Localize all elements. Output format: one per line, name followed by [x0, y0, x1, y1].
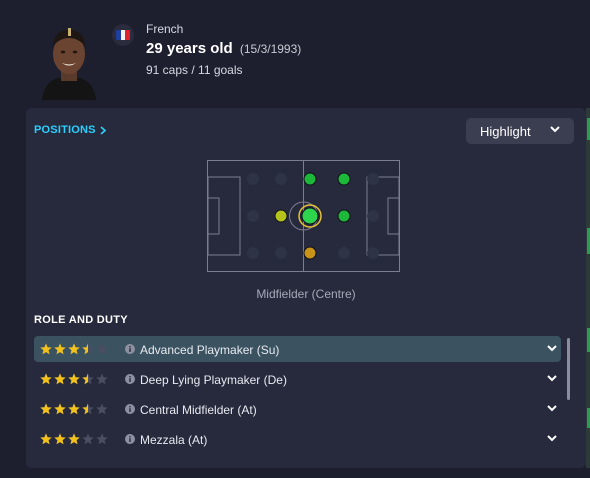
caps-goals: 91 caps / 11 goals: [146, 63, 243, 77]
position-dot: [303, 172, 317, 186]
star-icon: [96, 403, 108, 415]
role-label: Deep Lying Playmaker (De): [140, 373, 287, 387]
star-icon: [40, 343, 52, 355]
star-icon: [96, 373, 108, 385]
position-dot: [247, 247, 259, 259]
position-dot: [367, 210, 379, 222]
info-icon[interactable]: [125, 374, 135, 384]
position-dot: [301, 207, 319, 225]
player-header: French 29 years old (15/3/1993) 91 caps …: [0, 0, 590, 108]
roles-scrollbar[interactable]: [567, 338, 570, 400]
age-text: 29 years old: [146, 40, 233, 57]
positions-link-label: POSITIONS: [34, 124, 96, 136]
nationality-label: French: [146, 22, 184, 36]
star-rating: [40, 373, 108, 385]
role-label: Advanced Playmaker (Su): [140, 343, 280, 357]
position-dot: [337, 172, 351, 186]
player-avatar: [38, 20, 100, 100]
highlight-dropdown[interactable]: Highlight: [466, 118, 574, 144]
highlight-label: Highlight: [480, 123, 531, 139]
star-icon: [68, 373, 80, 385]
flag-band: [125, 30, 130, 40]
chevron-down-icon[interactable]: [547, 375, 557, 382]
age-line: 29 years old (15/3/1993): [146, 40, 301, 57]
positions-link[interactable]: POSITIONS: [34, 124, 106, 136]
position-dot: [303, 246, 317, 260]
star-icon: [82, 373, 94, 385]
star-rating: [40, 403, 108, 415]
role-row-central-midfielder[interactable]: Central Midfielder (At): [34, 396, 561, 422]
star-icon: [96, 433, 108, 445]
star-rating: [40, 433, 108, 445]
position-caption: Midfielder (Centre): [256, 287, 356, 301]
date-of-birth: (15/3/1993): [239, 42, 302, 56]
role-label: Mezzala (At): [140, 433, 208, 447]
star-icon: [40, 403, 52, 415]
role-duty-title: ROLE AND DUTY: [34, 314, 128, 326]
role-label: Central Midfielder (At): [140, 403, 257, 417]
star-icon: [82, 403, 94, 415]
chevron-down-icon: [550, 126, 560, 133]
position-dot: [247, 173, 259, 185]
position-pitch: [207, 160, 400, 272]
position-dot: [247, 210, 259, 222]
star-icon: [54, 433, 66, 445]
star-icon: [68, 433, 80, 445]
position-dot: [275, 247, 287, 259]
positions-panel: POSITIONS Highlight Midfielder (Centre) …: [26, 108, 586, 468]
star-rating: [40, 343, 108, 355]
nationality-flag-icon: [112, 24, 134, 46]
position-dot: [338, 247, 350, 259]
info-icon[interactable]: [125, 344, 135, 354]
star-icon: [68, 343, 80, 355]
star-icon: [54, 343, 66, 355]
position-dot: [367, 173, 379, 185]
role-row-mezzala[interactable]: Mezzala (At): [34, 426, 561, 452]
info-icon[interactable]: [125, 434, 135, 444]
star-icon: [82, 433, 94, 445]
role-row-advanced-playmaker[interactable]: Advanced Playmaker (Su): [34, 336, 561, 362]
star-icon: [68, 403, 80, 415]
star-icon: [82, 343, 94, 355]
side-scroll-strip: [586, 108, 590, 468]
star-icon: [40, 433, 52, 445]
star-icon: [96, 343, 108, 355]
star-icon: [54, 373, 66, 385]
star-icon: [54, 403, 66, 415]
role-row-deep-lying-playmaker[interactable]: Deep Lying Playmaker (De): [34, 366, 561, 392]
position-dot: [367, 247, 379, 259]
info-icon[interactable]: [125, 404, 135, 414]
star-icon: [40, 373, 52, 385]
position-dot: [275, 173, 287, 185]
chevron-down-icon[interactable]: [547, 345, 557, 352]
chevron-down-icon[interactable]: [547, 405, 557, 412]
chevron-right-icon: [100, 125, 106, 135]
position-dot: [337, 209, 351, 223]
chevron-down-icon[interactable]: [547, 435, 557, 442]
position-dot: [274, 209, 288, 223]
